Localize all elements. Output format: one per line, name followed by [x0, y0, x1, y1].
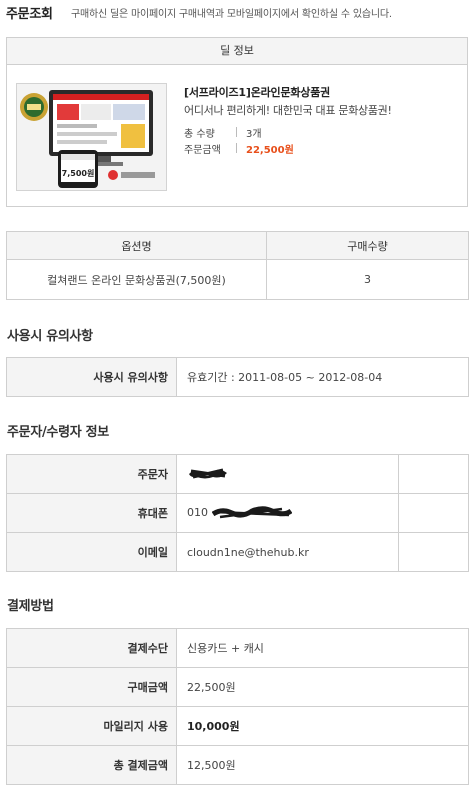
buyer-name-value	[176, 454, 399, 494]
deal-quantity-value: 3개	[246, 129, 262, 140]
deal-info-header: 딜 정보	[6, 37, 468, 65]
option-table-header: 옵션명 구매수량	[6, 231, 469, 260]
deal-product-image: 7,500원	[17, 84, 166, 190]
table-row: 휴대폰 010	[6, 493, 469, 533]
table-row: 총 결제금액 12,500원	[6, 745, 469, 785]
table-row: 마일리지 사용 10,000원	[6, 706, 469, 746]
deal-thumbnail[interactable]: 7,500원	[16, 83, 167, 191]
table-row: 사용시 유의사항 유효기간 : 2011-08-05 ~ 2012-08-04	[6, 357, 469, 397]
table-row: 구매금액 22,500원	[6, 667, 469, 707]
purchase-amount-value: 22,500원	[176, 667, 469, 707]
option-qty-cell: 3	[266, 259, 469, 300]
usage-label: 사용시 유의사항	[6, 357, 177, 397]
buyer-table: 주문자 휴대폰 010 이메일 cloudn1ne@thehub.kr	[6, 454, 469, 572]
usage-value: 유효기간 : 2011-08-05 ~ 2012-08-04	[176, 357, 469, 397]
option-name-cell: 컬쳐랜드 온라인 문화상품권(7,500원)	[6, 259, 267, 300]
deal-amount-label: 주문금액	[184, 145, 221, 156]
option-qty-header: 구매수량	[266, 231, 469, 260]
buyer-name-label: 주문자	[6, 454, 177, 494]
empty-cell	[398, 532, 469, 572]
mileage-value: 10,000원	[176, 706, 469, 746]
total-payment-label: 총 결제금액	[6, 745, 177, 785]
deal-quantity-label: 총 수량	[184, 129, 215, 140]
buyer-phone-value: 010	[176, 493, 399, 533]
deal-name-link[interactable]: [서프라이즈1]온라인문화상품권	[184, 84, 330, 100]
deal-amount-value: 22,500원	[246, 145, 294, 156]
table-row: 컬쳐랜드 온라인 문화상품권(7,500원) 3	[6, 259, 469, 300]
redaction-mark	[189, 468, 227, 479]
empty-cell	[398, 454, 469, 494]
page-subtitle: 구매하신 딜은 마이페이지 구매내역과 모바일페이지에서 확인하실 수 있습니다…	[71, 9, 392, 20]
buyer-phone-label: 휴대폰	[6, 493, 177, 533]
payment-table: 결제수단 신용카드 + 캐시 구매금액 22,500원 마일리지 사용 10,0…	[6, 628, 469, 785]
total-payment-value: 12,500원	[176, 745, 469, 785]
divider	[236, 127, 237, 137]
buyer-section-title: 주문자/수령자 정보	[7, 425, 109, 440]
empty-cell	[398, 493, 469, 533]
payment-section-title: 결제방법	[7, 599, 54, 614]
table-row: 주문자	[6, 454, 469, 494]
purchase-amount-label: 구매금액	[6, 667, 177, 707]
option-table: 옵션명 구매수량 컬쳐랜드 온라인 문화상품권(7,500원) 3	[6, 231, 469, 300]
option-name-header: 옵션명	[6, 231, 267, 260]
divider	[236, 143, 237, 153]
payment-method-label: 결제수단	[6, 628, 177, 668]
deal-description: 어디서나 편리하게! 대한민국 대표 문화상품권!	[184, 104, 392, 117]
thumb-price-text: 7,500원	[62, 168, 95, 178]
payment-method-value: 신용카드 + 캐시	[176, 628, 469, 668]
mileage-label: 마일리지 사용	[6, 706, 177, 746]
buyer-email-label: 이메일	[6, 532, 177, 572]
buyer-email-value: cloudn1ne@thehub.kr	[176, 532, 399, 572]
redaction-mark	[211, 506, 292, 519]
page-title: 주문조회	[6, 7, 53, 22]
phone-prefix: 010	[187, 506, 208, 519]
table-row: 결제수단 신용카드 + 캐시	[6, 628, 469, 668]
table-row: 이메일 cloudn1ne@thehub.kr	[6, 532, 469, 572]
usage-section-title: 사용시 유의사항	[7, 329, 93, 344]
usage-table: 사용시 유의사항 유효기간 : 2011-08-05 ~ 2012-08-04	[6, 357, 469, 397]
